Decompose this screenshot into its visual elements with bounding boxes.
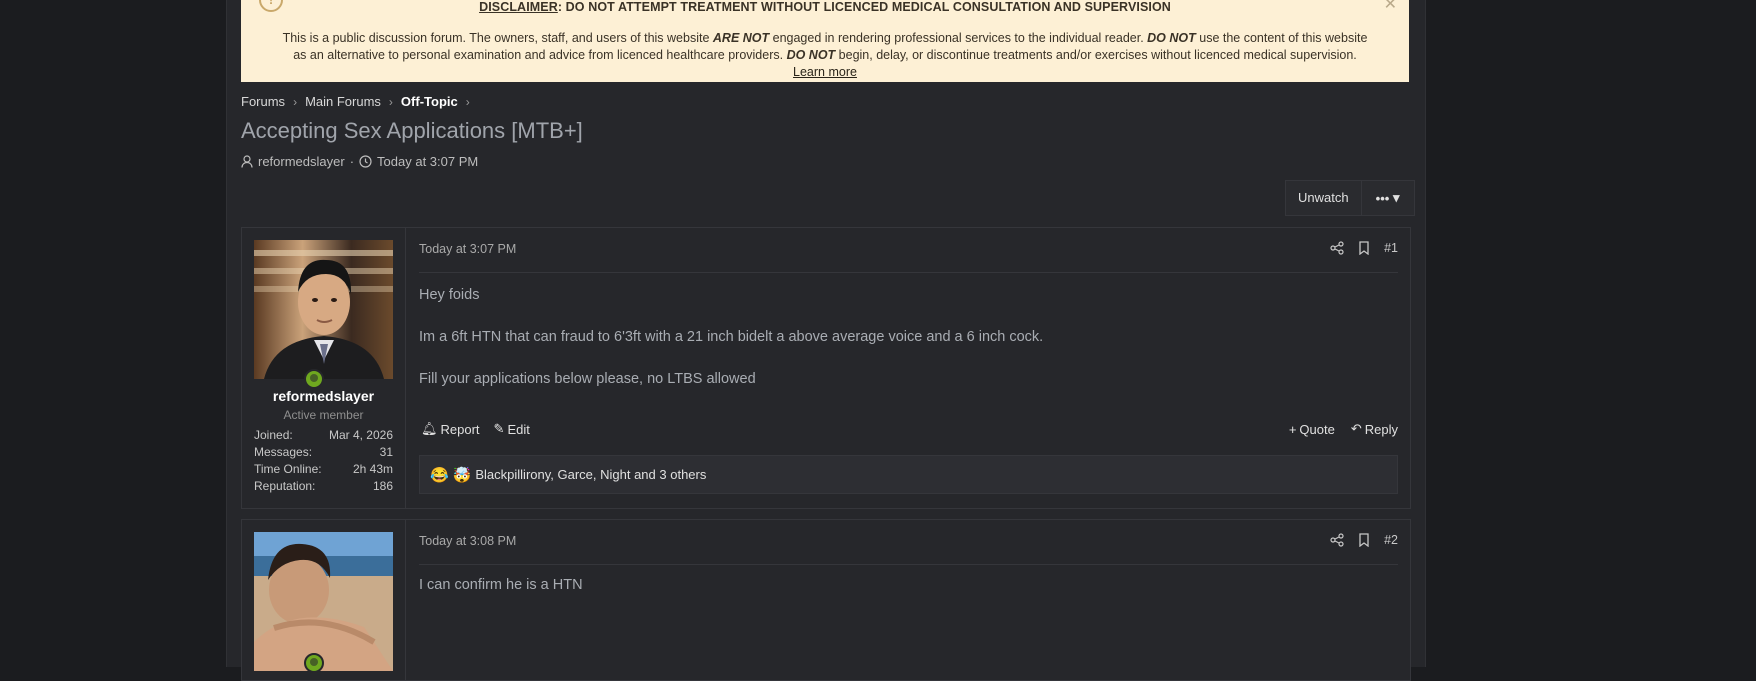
report-button[interactable]: 🔔︎ Report xyxy=(421,421,480,437)
pencil-icon: ✎ xyxy=(493,421,505,436)
disclaimer-text: begin, delay, or discontinue treatments … xyxy=(835,48,1357,62)
mindblown-emoji-icon: 🤯 xyxy=(452,466,472,484)
unwatch-button[interactable]: Unwatch xyxy=(1286,181,1362,215)
post-header-actions: #1 xyxy=(1330,241,1398,255)
post: reformedslayer Active member Joined: Mar … xyxy=(241,227,1411,509)
stat-row-joined: Joined: Mar 4, 2026 xyxy=(254,428,393,445)
post-date[interactable]: Today at 3:07 PM xyxy=(419,242,516,256)
chevron-right-icon: › xyxy=(293,94,298,109)
disclaimer-emphasis: ARE NOT xyxy=(712,31,770,45)
chevron-right-icon: › xyxy=(465,94,470,109)
avatar[interactable] xyxy=(254,532,393,671)
post-number[interactable]: #1 xyxy=(1384,241,1398,255)
disclaimer-emphasis: DO NOT xyxy=(1147,31,1196,45)
post-paragraph: I can confirm he is a HTN xyxy=(419,577,583,593)
caret-down-icon: ▾ xyxy=(1392,190,1400,205)
post-number[interactable]: #2 xyxy=(1384,533,1398,547)
laugh-emoji-icon: 😂 xyxy=(430,466,449,484)
online-status-icon xyxy=(304,653,324,673)
stat-label: Time Online: xyxy=(254,462,322,476)
post-body: I can confirm he is a HTN xyxy=(419,575,1398,617)
post-main: Today at 3:08 PM #2 I can confirm he is … xyxy=(419,520,1398,680)
post-user-column: reformedslayer Active member Joined: Mar … xyxy=(242,228,406,508)
bookmark-icon[interactable] xyxy=(1358,241,1370,255)
post-paragraph: Fill your applications below please, no … xyxy=(419,371,756,387)
reply-button[interactable]: ↶ Reply xyxy=(1351,421,1398,437)
breadcrumb-main-forums[interactable]: Main Forums xyxy=(305,94,381,109)
more-icon: ••• xyxy=(1375,190,1390,206)
report-label: Report xyxy=(440,421,480,437)
stat-label: Messages: xyxy=(254,445,313,459)
clock-icon xyxy=(359,155,372,168)
disclaimer-notice: ! ✕ DISCLAIMER: DO NOT ATTEMPT TREATMENT… xyxy=(241,0,1409,82)
share-icon[interactable] xyxy=(1330,241,1344,255)
post-header: Today at 3:07 PM #1 xyxy=(419,228,1398,273)
post-footer: 🔔︎ Report ✎ Edit + Quote ↶ Reply xyxy=(419,421,1398,445)
post-body: Hey foids Im a 6ft HTN that can fraud to… xyxy=(419,285,1398,411)
stat-row-messages: Messages: 31 xyxy=(254,445,393,462)
disclaimer-headline-text: : DO NOT ATTEMPT TREATMENT WITHOUT LICEN… xyxy=(557,0,1171,14)
stat-label: Reputation: xyxy=(254,479,316,493)
thread-author[interactable]: reformedslayer xyxy=(258,154,345,169)
reply-label: Reply xyxy=(1364,421,1398,437)
post-user-column xyxy=(242,520,406,680)
disclaimer-text: engaged in rendering professional servic… xyxy=(769,31,1148,45)
meta-separator: · xyxy=(349,154,355,169)
stat-value: 2h 43m xyxy=(352,462,393,476)
stat-value: Mar 4, 2026 xyxy=(328,428,393,442)
edit-label: Edit xyxy=(507,421,530,437)
thread-meta: reformedslayer · Today at 3:07 PM xyxy=(241,154,478,169)
stat-value: 186 xyxy=(372,479,393,493)
bookmark-icon[interactable] xyxy=(1358,533,1370,547)
stat-value: 31 xyxy=(379,445,393,459)
post-paragraph: Im a 6ft HTN that can fraud to 6'3ft wit… xyxy=(419,329,1044,345)
post-header: Today at 3:08 PM #2 xyxy=(419,520,1398,565)
post-username[interactable]: reformedslayer xyxy=(242,388,405,404)
disclaimer-emphasis: DO NOT xyxy=(786,48,836,62)
learn-more-link[interactable]: Learn more xyxy=(793,65,857,79)
disclaimer-headline: DISCLAIMER: DO NOT ATTEMPT TREATMENT WIT… xyxy=(241,0,1409,14)
breadcrumb-forums[interactable]: Forums xyxy=(241,94,285,109)
bell-icon: 🔔︎ xyxy=(421,421,438,436)
chevron-right-icon: › xyxy=(388,94,393,109)
edit-button[interactable]: ✎ Edit xyxy=(494,421,530,437)
post-header-actions: #2 xyxy=(1330,533,1398,547)
breadcrumb: Forums › Main Forums › Off-Topic › xyxy=(241,94,478,109)
stat-label: Joined: xyxy=(254,428,293,442)
breadcrumb-off-topic[interactable]: Off-Topic xyxy=(401,94,458,109)
reactions-bar[interactable]: 😂 🤯 Blackpillirony, Garce, Night and 3 o… xyxy=(419,455,1398,494)
disclaimer-body: This is a public discussion forum. The o… xyxy=(281,30,1369,81)
post-date[interactable]: Today at 3:08 PM xyxy=(419,534,516,548)
more-options-button[interactable]: ••• ▾ xyxy=(1362,181,1414,215)
stat-row-reputation: Reputation: 186 xyxy=(254,479,393,496)
user-stats: Joined: Mar 4, 2026 Messages: 31 Time Onli… xyxy=(254,428,393,496)
stat-row-time-online: Time Online: 2h 43m xyxy=(254,462,393,479)
thread-date[interactable]: Today at 3:07 PM xyxy=(377,154,478,169)
disclaimer-text: This is a public discussion forum. The o… xyxy=(282,31,713,45)
post: Today at 3:08 PM #2 I can confirm he is … xyxy=(241,519,1411,681)
share-icon[interactable] xyxy=(1330,533,1344,547)
reply-icon: ↶ xyxy=(1350,421,1362,436)
post-main: Today at 3:07 PM #1 Hey foids Im a 6ft H… xyxy=(419,228,1398,508)
page-title: Accepting Sex Applications [MTB+] xyxy=(241,118,583,143)
thread-actions: Unwatch ••• ▾ xyxy=(1285,180,1415,216)
post-paragraph: Hey foids xyxy=(419,287,480,303)
post-usertitle: Active member xyxy=(283,408,364,422)
disclaimer-label: DISCLAIMER xyxy=(479,0,558,14)
avatar[interactable] xyxy=(254,240,393,379)
plus-icon: + xyxy=(1288,421,1297,437)
quote-label: Quote xyxy=(1299,421,1335,437)
user-icon xyxy=(241,155,253,168)
online-status-icon xyxy=(304,369,324,389)
reactions-summary[interactable]: Blackpillirony, Garce, Night and 3 other… xyxy=(475,467,706,482)
quote-button[interactable]: + Quote xyxy=(1289,421,1335,437)
